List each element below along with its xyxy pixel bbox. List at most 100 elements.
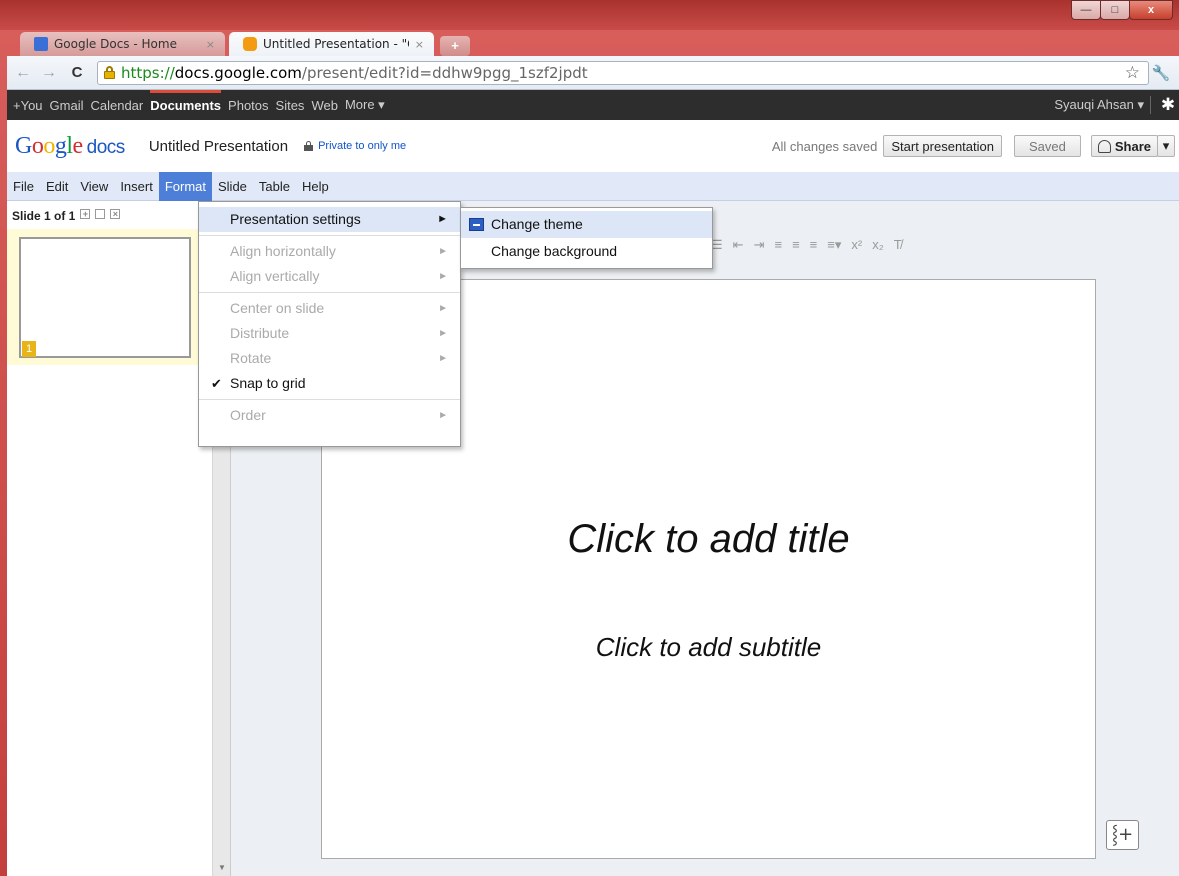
share-dropdown-button[interactable]: ▾ [1157,135,1175,157]
gbar-link-calendar[interactable]: Calendar [90,98,143,113]
menu-edit[interactable]: Edit [40,172,74,201]
align-left-icon[interactable]: ≡ [774,237,782,253]
person-icon [1097,139,1111,153]
title-bar: — □ x [0,0,1179,30]
forward-arrow-icon[interactable]: → [39,64,59,82]
menu-item-label: Distribute [230,325,290,341]
delete-slide-icon[interactable]: × [110,209,121,219]
ssl-lock-icon [104,66,115,79]
share-button[interactable]: Share [1090,135,1158,157]
tab-strip: Google Docs - Home × Untitled Presentati… [20,30,470,56]
checkmark-icon: ✔ [211,376,222,391]
url-path: /present/edit?id=ddhw9pgg_1szf2jpdt [301,63,588,82]
superscript-icon[interactable]: x² [851,237,862,253]
presentation-settings-submenu: Change theme Change background [460,207,713,269]
tab-untitled-presentation[interactable]: Untitled Presentation - "Goo × [229,32,434,56]
submenu-item-change-background[interactable]: Change background [461,238,712,265]
menu-divider [199,235,460,236]
window-controls: — □ x [1071,0,1173,20]
tab-close-icon[interactable]: × [415,38,424,51]
gear-icon[interactable]: ✱ [1157,95,1179,115]
gbar-link-gmail[interactable]: Gmail [50,98,84,113]
subtitle-placeholder[interactable]: Click to add subtitle [322,632,1095,663]
menu-item-rotate: Rotate ► [199,346,460,371]
app-header: Google docs Untitled Presentation Private… [7,120,1179,172]
slide-thumbnail-row[interactable]: 1 [7,229,202,365]
save-status: All changes saved [771,138,878,154]
user-account-menu[interactable]: Syauqi Ahsan ▾ [1054,97,1144,113]
menu-item-align-vertically: Align vertically ► [199,264,460,289]
tab-close-icon[interactable]: × [206,38,215,51]
maximize-button[interactable]: □ [1100,0,1130,20]
menu-format[interactable]: Format [158,171,212,201]
menu-divider [199,399,460,400]
submenu-item-change-theme[interactable]: Change theme [461,211,712,238]
slide-number-badge: 1 [22,341,36,357]
speaker-notes-icon[interactable]: ⸾+ [1106,820,1139,850]
menu-item-label: Align vertically [230,268,320,284]
presentation-favicon-icon [243,37,257,51]
align-center-icon[interactable]: ≡ [792,237,800,253]
menu-item-label: Snap to grid [230,375,306,391]
submenu-arrow-icon: ► [438,271,448,282]
menu-item-label: Order [230,407,266,423]
scroll-down-arrow-icon[interactable]: ▼ [218,863,226,872]
menu-insert[interactable]: Insert [114,172,159,201]
subscript-icon[interactable]: x₂ [872,237,884,253]
close-window-button[interactable]: x [1129,0,1173,20]
menu-file[interactable]: File [7,172,40,201]
align-right-icon[interactable]: ≡ [810,237,818,253]
google-bar: +You Gmail Calendar Documents Photos Sit… [7,89,1179,120]
wrench-icon[interactable]: 🔧 [1149,64,1173,82]
increase-indent-icon[interactable]: ⇥ [754,237,765,253]
duplicate-slide-icon[interactable] [95,209,106,219]
back-arrow-icon[interactable]: ← [13,64,33,82]
menu-item-label: Center on slide [230,300,325,316]
google-docs-logo[interactable]: Google docs [15,133,125,160]
privacy-label: Private to only me [318,140,407,152]
bookmark-star-icon[interactable]: ☆ [1125,63,1140,83]
reload-icon[interactable]: C [67,64,87,81]
tab-google-docs-home[interactable]: Google Docs - Home × [20,32,225,56]
formatting-icons: ☰ ⇤ ⇥ ≡ ≡ ≡ ≡▾ x² x₂ T̸ [711,237,902,253]
new-tab-button[interactable]: + [440,36,470,56]
slide-thumbnail[interactable] [19,237,191,358]
submenu-item-label: Change background [491,243,618,259]
format-menu-dropdown: Presentation settings ► Align horizontal… [198,201,461,447]
privacy-indicator[interactable]: Private to only me [304,140,406,152]
menu-item-snap-to-grid[interactable]: ✔ Snap to grid [199,371,460,396]
url-host: docs.google.com [174,63,302,82]
gbar-link-you[interactable]: +You [13,98,43,113]
submenu-arrow-icon: ► [438,410,448,421]
submenu-arrow-icon: ► [437,213,448,225]
title-placeholder[interactable]: Click to add title [322,517,1095,562]
menu-item-order: Order ► [199,403,460,428]
gbar-link-sites[interactable]: Sites [276,98,305,113]
gbar-link-web[interactable]: Web [311,98,338,113]
gbar-link-more[interactable]: More ▾ [345,97,385,113]
decrease-indent-icon[interactable]: ⇤ [733,237,744,253]
menu-item-center-on-slide: Center on slide ► [199,296,460,321]
menu-item-label: Presentation settings [230,211,361,227]
gbar-link-documents[interactable]: Documents [150,89,221,113]
lock-icon [304,141,314,151]
menu-item-label: Align horizontally [230,243,336,259]
document-title[interactable]: Untitled Presentation [149,138,288,155]
menu-item-label: Rotate [230,350,272,366]
menu-table[interactable]: Table [253,172,296,201]
browser-toolbar: ← → C https:// docs.google.com /present/… [7,56,1179,90]
gbar-link-photos[interactable]: Photos [228,98,268,113]
add-slide-icon[interactable]: + [80,209,91,219]
menu-slide[interactable]: Slide [212,172,253,201]
menu-view[interactable]: View [74,172,114,201]
menu-item-presentation-settings[interactable]: Presentation settings ► [199,207,460,232]
line-spacing-icon[interactable]: ≡▾ [827,237,841,253]
share-label: Share [1114,138,1151,154]
saved-button[interactable]: Saved [1013,135,1081,157]
start-presentation-button[interactable]: Start presentation [883,135,1002,157]
address-bar[interactable]: https:// docs.google.com /present/edit?i… [97,60,1149,85]
menu-help[interactable]: Help [296,172,335,201]
slide-count: Slide 1 of 1 [12,209,76,223]
minimize-button[interactable]: — [1071,0,1101,20]
clear-formatting-icon[interactable]: T̸ [894,237,902,253]
